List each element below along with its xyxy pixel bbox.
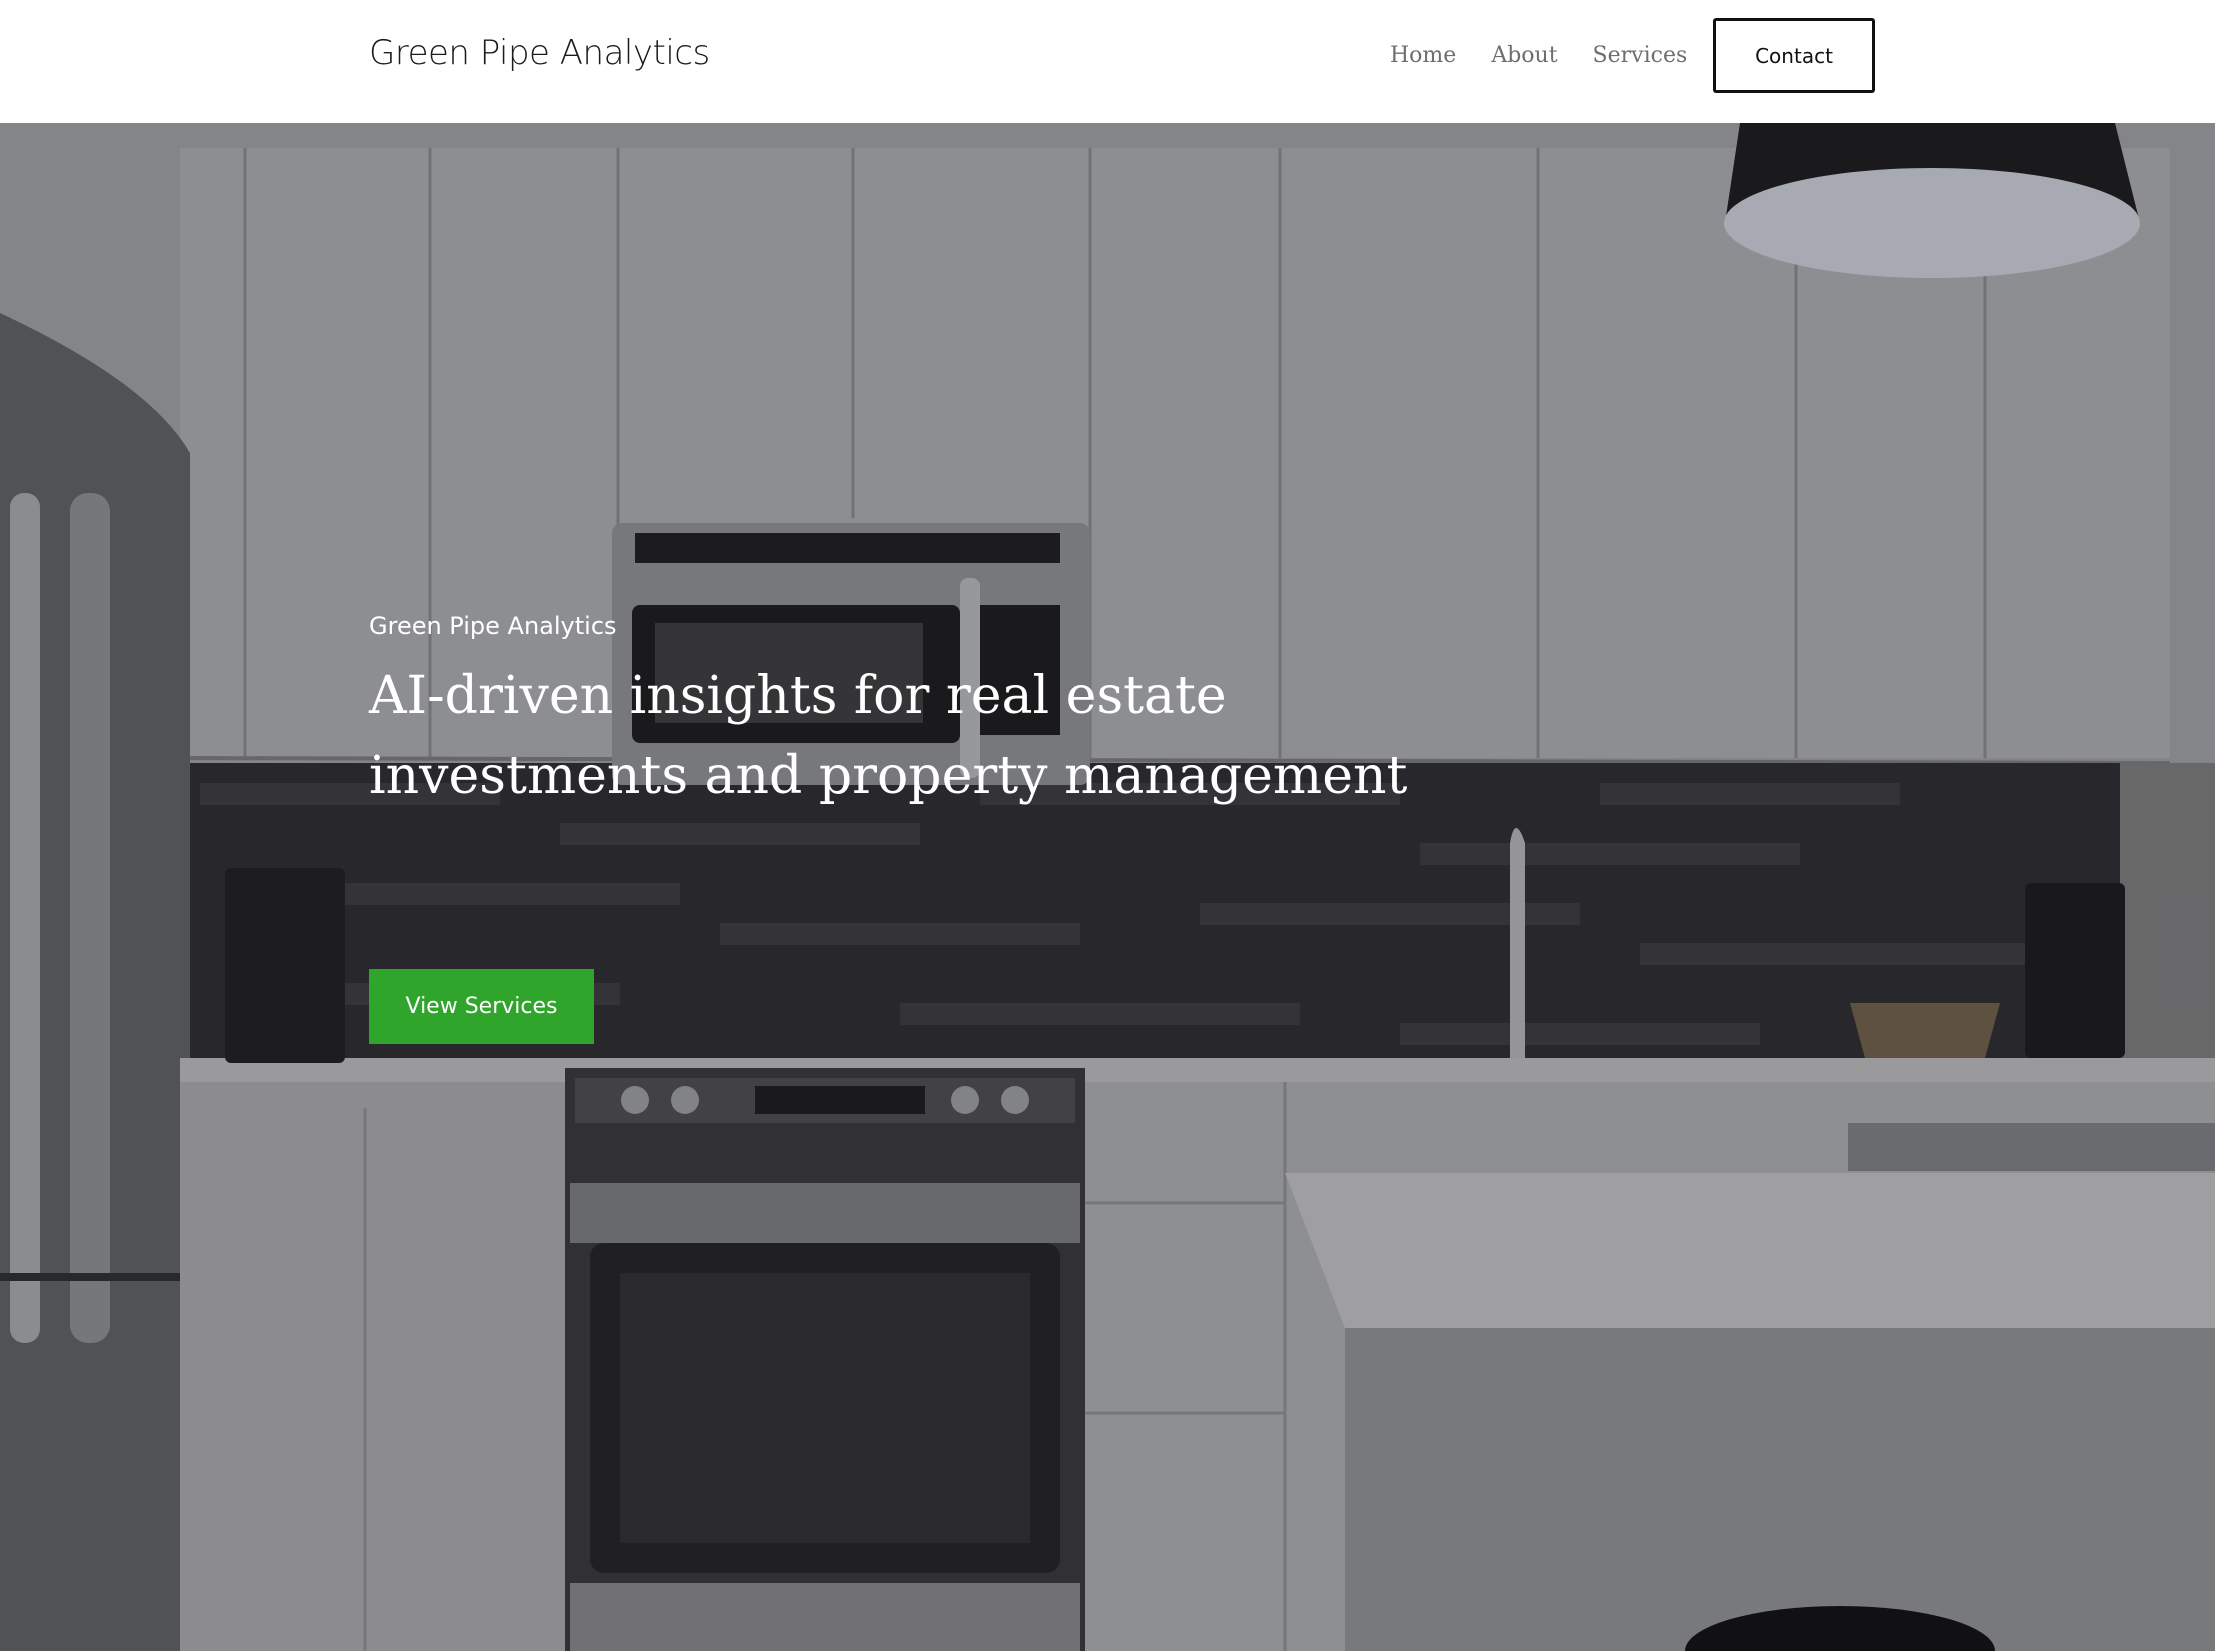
nav-link-home[interactable]: Home	[1390, 43, 1456, 68]
nav-link-about[interactable]: About	[1491, 43, 1557, 68]
contact-button[interactable]: Contact	[1713, 18, 1875, 93]
hero-dark-overlay	[0, 123, 2215, 1651]
nav-link-services[interactable]: Services	[1593, 43, 1688, 68]
brand-logo-text[interactable]: Green Pipe Analytics	[369, 26, 710, 80]
site-header: Green Pipe Analytics Home About Services…	[0, 0, 2215, 123]
hero-eyebrow: Green Pipe Analytics	[369, 612, 617, 640]
hero-section: Green Pipe Analytics AI-driven insights …	[0, 123, 2215, 1651]
main-nav: Home About Services	[1390, 18, 1722, 93]
hero-title: AI-driven insights for real estate inves…	[369, 666, 1408, 806]
view-services-button[interactable]: View Services	[369, 969, 594, 1044]
